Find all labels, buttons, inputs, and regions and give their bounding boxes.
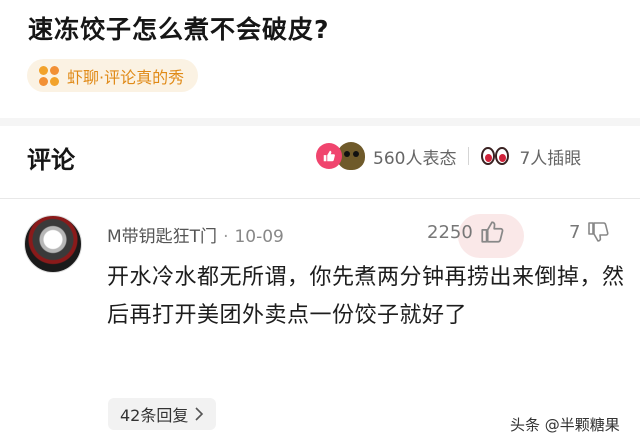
comment-meta: M带钥匙狂T门 · 10-09 [107, 222, 284, 247]
comment-username[interactable]: M带钥匙狂T门 [107, 227, 217, 247]
reactions-summary[interactable]: 560人表态 7人插眼 [316, 141, 581, 171]
comment-text: 开水冷水都无所谓，你先煮两分钟再捞出来倒掉，然后再打开美团外卖点一份饺子就好了 [107, 265, 625, 328]
replies-label: 42条回复 [120, 406, 189, 425]
reactions-divider [468, 147, 470, 165]
brand-watermark: 头条 @半颗糖果 [510, 416, 620, 434]
source-label: 虾聊·评论真的秀 [67, 67, 185, 87]
insert-eye-count: 7人插眼 [519, 148, 582, 169]
like-button[interactable]: 2250 [427, 219, 505, 245]
thumbs-up-reaction-icon [316, 143, 342, 169]
comments-section-title: 评论 [27, 146, 75, 174]
header-divider [0, 198, 640, 199]
eyes-icon [481, 144, 511, 168]
chevron-right-icon [195, 407, 204, 421]
thumb-down-icon [588, 222, 610, 242]
comment-date: 10-09 [234, 227, 284, 247]
source-tag[interactable]: 虾聊·评论真的秀 [27, 59, 199, 92]
like-count: 2250 [427, 221, 473, 243]
question-title: 速冻饺子怎么煮不会破皮? [28, 15, 330, 44]
dislike-count: 7 [569, 221, 581, 243]
dislike-button[interactable]: 7 [569, 219, 610, 245]
meta-separator: · [223, 227, 229, 247]
thumb-up-icon [481, 221, 504, 243]
view-replies-button[interactable]: 42条回复 [108, 398, 217, 430]
reactions-count: 560人表态 [373, 148, 457, 169]
avatar[interactable] [24, 215, 82, 273]
section-divider [0, 118, 640, 126]
four-dots-icon [39, 65, 59, 86]
